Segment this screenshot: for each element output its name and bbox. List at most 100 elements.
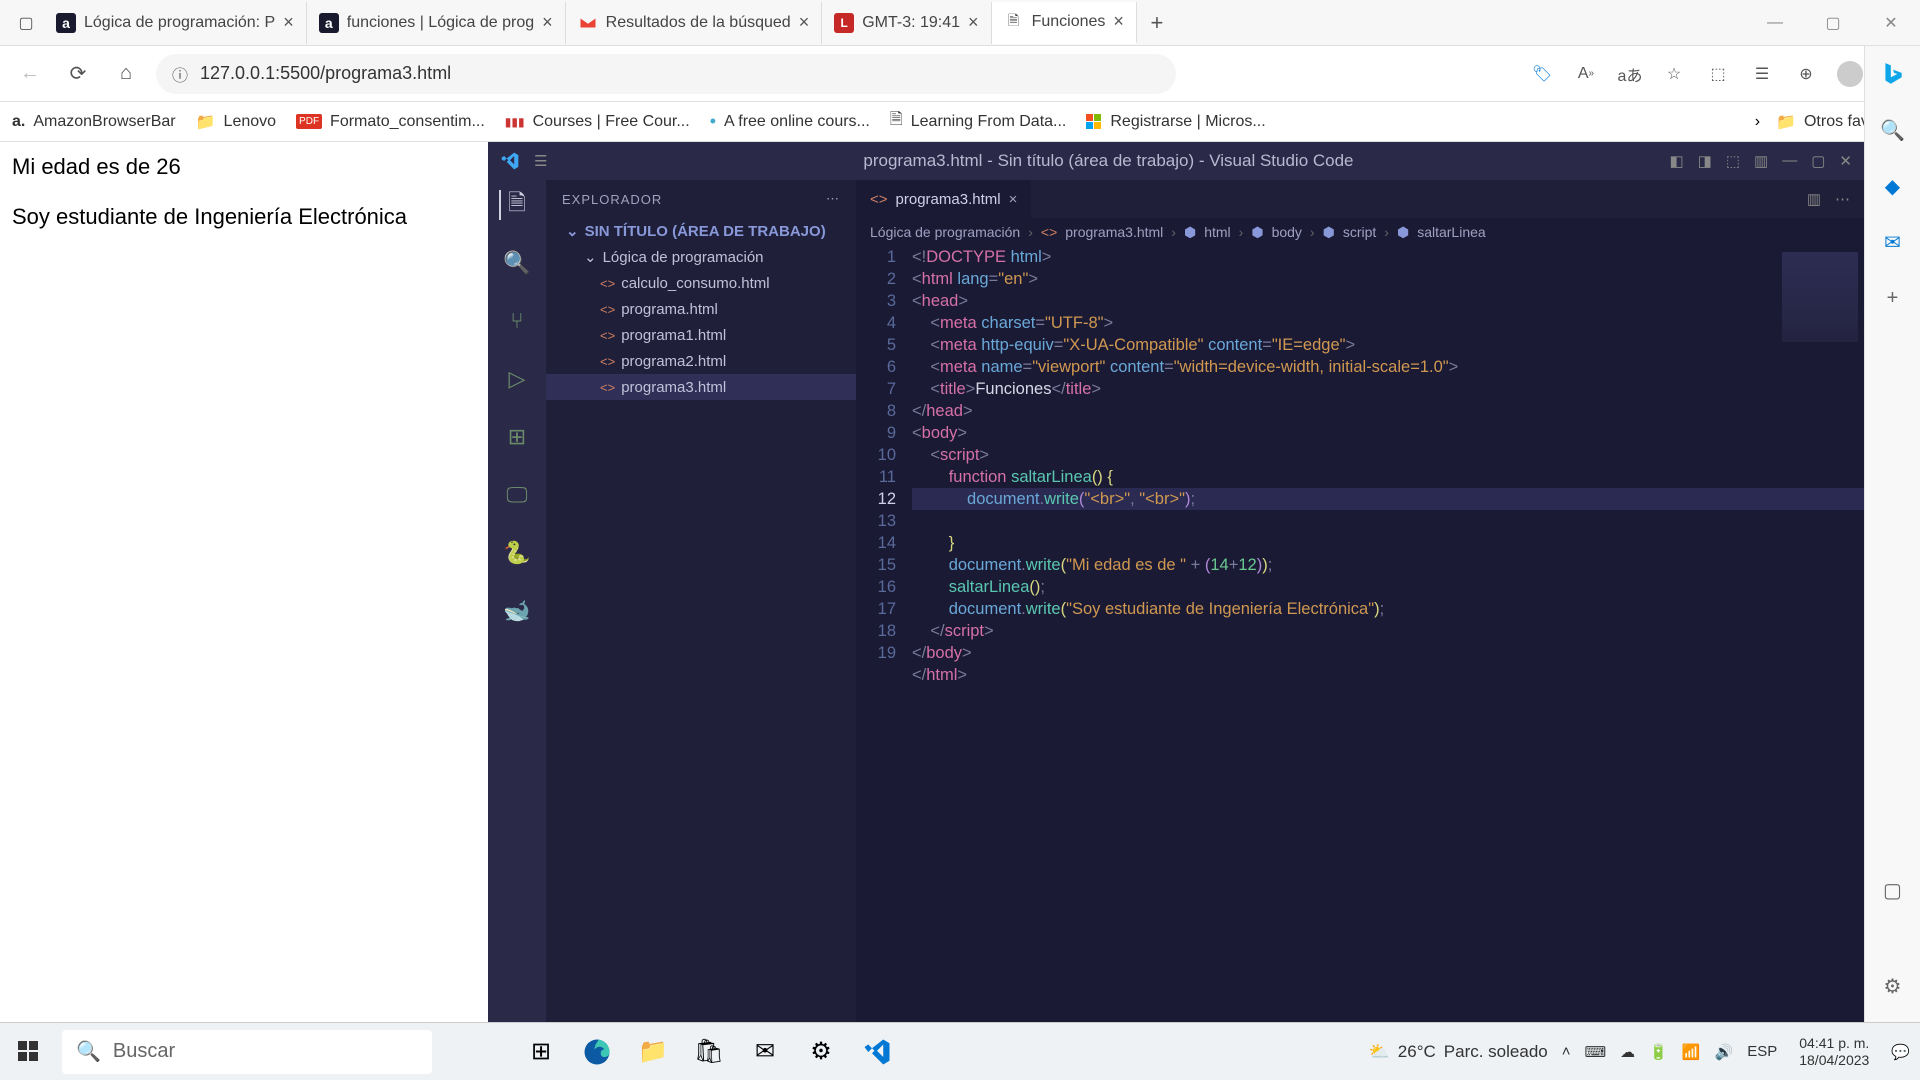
bookmark-learning[interactable]: 🗎Learning From Data... [890, 108, 1067, 135]
clock[interactable]: 04:41 p. m. 18/04/2023 [1791, 1035, 1877, 1069]
tab-4[interactable]: L GMT-3: 19:41 × [822, 2, 991, 44]
close-icon[interactable]: × [542, 12, 553, 33]
language-indicator[interactable]: ESP [1747, 1043, 1777, 1060]
copilot-icon[interactable]: ◆ [1877, 170, 1909, 202]
folder-item[interactable]: ⌄Lógica de programación [546, 244, 856, 270]
collections-icon[interactable]: ⊕ [1792, 60, 1820, 88]
home-button[interactable]: ⌂ [108, 56, 144, 92]
tab-title: Lógica de programación: P [84, 14, 275, 32]
source-control-icon[interactable]: ⑂ [502, 306, 532, 336]
file-item-active[interactable]: <>programa3.html [546, 374, 856, 400]
text-size-icon[interactable]: A» [1572, 60, 1600, 88]
maximize-button[interactable]: ▢ [1804, 3, 1862, 43]
workspace-folder[interactable]: ⌄SIN TÍTULO (ÁREA DE TRABAJO) [546, 218, 856, 244]
vs-maximize-icon[interactable]: ▢ [1811, 152, 1825, 170]
file-item[interactable]: <>calculo_consumo.html [546, 270, 856, 296]
layout-icon[interactable]: ⬚ [1726, 152, 1740, 170]
bookmark-amazon[interactable]: a.AmazonBrowserBar [12, 113, 176, 131]
settings-sidebar-icon[interactable]: ⚙ [1877, 970, 1909, 1002]
close-icon[interactable]: × [968, 12, 979, 33]
vs-close-icon[interactable]: ✕ [1839, 152, 1852, 170]
store-taskbar-icon[interactable]: 🛍 [690, 1033, 728, 1071]
outlook-icon[interactable]: ✉ [1877, 226, 1909, 258]
tab-1[interactable]: a Lógica de programación: P × [44, 2, 307, 44]
breadcrumb[interactable]: Lógica de programación› <>programa3.html… [856, 218, 1864, 246]
python-icon[interactable]: 🐍 [502, 538, 532, 568]
code-editor[interactable]: 12345678910111213141516171819 <!DOCTYPE … [856, 246, 1864, 1022]
close-icon[interactable]: × [799, 12, 810, 33]
taskbar-search[interactable]: 🔍 Buscar [62, 1030, 432, 1074]
edge-taskbar-icon[interactable] [578, 1033, 616, 1071]
extensions-activity-icon[interactable]: ⊞ [502, 422, 532, 452]
vscode-taskbar-icon[interactable] [858, 1033, 896, 1071]
new-tab-button[interactable]: + [1137, 10, 1177, 36]
tab-5[interactable]: 🗎 Funciones × [992, 2, 1137, 44]
favorite-icon[interactable]: ☆ [1660, 60, 1688, 88]
remote-icon[interactable]: 🖵 [502, 480, 532, 510]
volume-icon[interactable]: 🔊 [1715, 1043, 1734, 1061]
search-sidebar-icon[interactable]: 🔍 [1877, 114, 1909, 146]
battery-icon[interactable]: 🔋 [1649, 1043, 1668, 1061]
wifi-icon[interactable]: 📶 [1682, 1043, 1701, 1061]
minimize-button[interactable]: — [1746, 3, 1804, 43]
layout-icon[interactable]: ▥ [1754, 152, 1768, 170]
search-placeholder: Buscar [113, 1040, 175, 1063]
vscode-titlebar: ☰ programa3.html - Sin título (área de t… [488, 142, 1864, 180]
explorer-taskbar-icon[interactable]: 📁 [634, 1033, 672, 1071]
layout-icon[interactable]: ◨ [1698, 152, 1712, 170]
explorer-icon[interactable]: 🗎 [499, 190, 529, 220]
shopping-icon[interactable]: 🏷 [1528, 60, 1556, 88]
overflow-icon[interactable]: › [1755, 113, 1760, 131]
favorites-list-icon[interactable]: ☰ [1748, 60, 1776, 88]
task-view-icon[interactable]: ⊞ [522, 1033, 560, 1071]
start-button[interactable] [0, 1023, 58, 1081]
mail-taskbar-icon[interactable]: ✉ [746, 1033, 784, 1071]
code-content: <!DOCTYPE html> <html lang="en"> <head> … [912, 246, 1864, 1022]
close-window-button[interactable]: ✕ [1862, 3, 1920, 43]
editor-tab[interactable]: <> programa3.html × [856, 180, 1031, 218]
docker-icon[interactable]: 🐋 [502, 596, 532, 626]
url-input[interactable]: ⓘ 127.0.0.1:5500/programa3.html [156, 54, 1176, 94]
extensions-icon[interactable]: ⬚ [1704, 60, 1732, 88]
translate-icon[interactable]: aあ [1616, 60, 1644, 88]
close-icon[interactable]: × [283, 12, 294, 33]
weather-widget[interactable]: ⛅ 26°C Parc. soleado [1369, 1042, 1548, 1062]
tab-2[interactable]: a funciones | Lógica de prog × [307, 2, 566, 44]
tab-actions-icon[interactable]: ▢ [8, 5, 44, 41]
bookmark-lenovo[interactable]: 📁Lenovo [196, 112, 276, 132]
bing-icon[interactable] [1877, 58, 1909, 90]
add-sidebar-icon[interactable]: + [1877, 282, 1909, 314]
tab-3[interactable]: Resultados de la búsqued × [566, 2, 823, 44]
close-icon[interactable]: × [1009, 191, 1018, 208]
back-button[interactable]: ← [12, 56, 48, 92]
more-icon[interactable]: ⋯ [1835, 190, 1850, 208]
refresh-button[interactable]: ⟳ [60, 56, 96, 92]
file-item[interactable]: <>programa2.html [546, 348, 856, 374]
tray-icon[interactable]: ⌨ [1585, 1043, 1607, 1061]
close-icon[interactable]: × [1113, 11, 1124, 32]
onedrive-icon[interactable]: ☁ [1620, 1043, 1635, 1061]
run-debug-icon[interactable]: ▷ [502, 364, 532, 394]
chevron-up-icon[interactable]: ˄ [1562, 1043, 1571, 1060]
split-editor-icon[interactable]: ▥ [1807, 190, 1821, 208]
editor-tabs: <> programa3.html × ▥ ⋯ [856, 180, 1864, 218]
layout-icon[interactable]: ◧ [1669, 152, 1683, 170]
profile-icon[interactable] [1836, 60, 1864, 88]
bookmarks-bar: a.AmazonBrowserBar 📁Lenovo PDFFormato_co… [0, 102, 1920, 142]
bookmark-formato[interactable]: PDFFormato_consentim... [296, 113, 485, 131]
search-activity-icon[interactable]: 🔍 [502, 248, 532, 278]
bookmark-courses[interactable]: ▮▮▮Courses | Free Cour... [505, 113, 690, 131]
menu-icon[interactable]: ☰ [534, 152, 547, 170]
vs-minimize-icon[interactable]: — [1782, 152, 1797, 170]
minimap[interactable] [1782, 252, 1858, 342]
tab-title: Resultados de la búsqued [606, 14, 791, 32]
settings-taskbar-icon[interactable]: ⚙ [802, 1033, 840, 1071]
file-item[interactable]: <>programa.html [546, 296, 856, 322]
notifications-icon[interactable]: 💬 [1891, 1043, 1910, 1061]
bookmark-microsoft[interactable]: Registrarse | Micros... [1086, 113, 1265, 131]
more-icon[interactable]: ⋯ [826, 191, 840, 207]
bookmark-freecourse[interactable]: •A free online cours... [710, 111, 870, 132]
toggle-sidebar-icon[interactable]: ▢ [1877, 874, 1909, 906]
file-item[interactable]: <>programa1.html [546, 322, 856, 348]
search-icon: 🔍 [76, 1039, 101, 1064]
